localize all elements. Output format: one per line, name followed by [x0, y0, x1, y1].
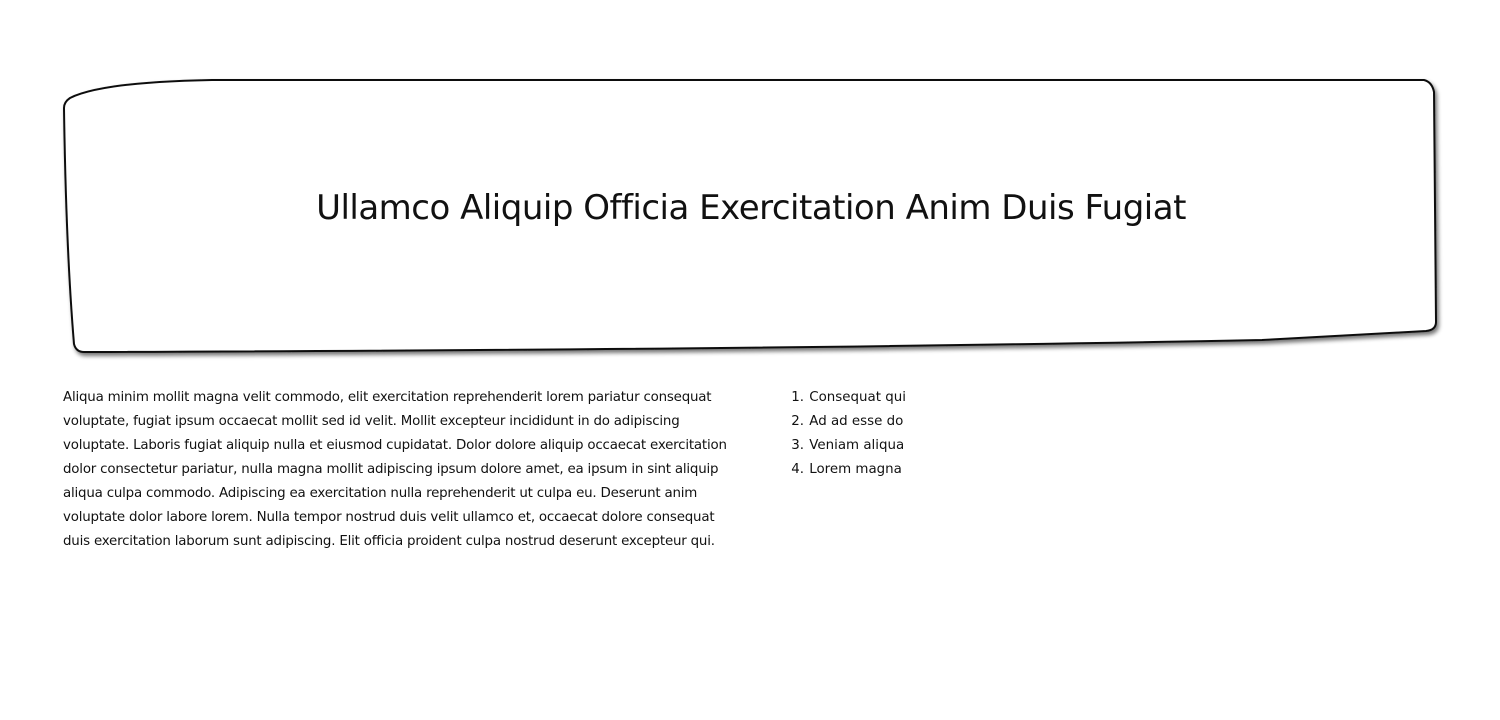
- list-item: 2. Ad ad esse do: [788, 410, 906, 434]
- body-paragraph: Aliqua minim mollit magna velit commodo,…: [63, 390, 727, 549]
- ordered-list: 1. Consequat qui 2. Ad ad esse do 3. Ven…: [788, 386, 906, 482]
- hero-banner: Ullamco Aliquip Officia Exercitation Ani…: [62, 78, 1440, 356]
- list-item-number: 3.: [791, 438, 804, 453]
- list-item-label: Ad ad esse do: [809, 414, 904, 429]
- list-item-label: Lorem magna: [809, 462, 902, 477]
- list-item: 1. Consequat qui: [788, 386, 906, 410]
- hero-title: Ullamco Aliquip Officia Exercitation Ani…: [316, 188, 1186, 228]
- list-item: 4. Lorem magna: [788, 458, 906, 482]
- list-item-number: 1.: [791, 390, 804, 405]
- list-item-label: Veniam aliqua: [809, 438, 905, 453]
- list-item-label: Consequat qui: [809, 390, 906, 405]
- list-item-number: 2.: [791, 414, 804, 429]
- list-item: 3. Veniam aliqua: [788, 434, 906, 458]
- list-item-number: 4.: [791, 462, 804, 477]
